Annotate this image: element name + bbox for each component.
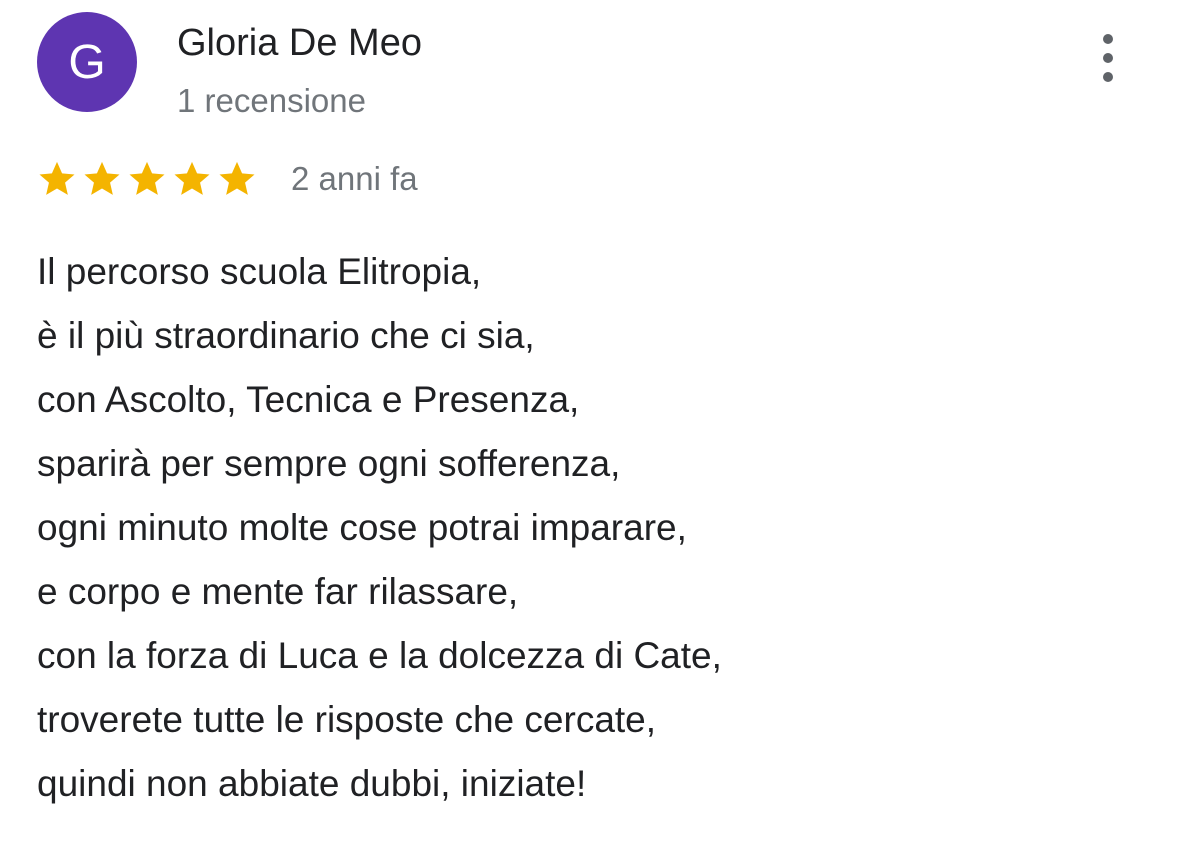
avatar[interactable]: G bbox=[37, 12, 137, 112]
rating-row: 2 anni fa bbox=[36, 153, 418, 205]
review-count: 1 recensione bbox=[177, 82, 366, 119]
avatar-initial: G bbox=[68, 35, 106, 89]
star-icon bbox=[216, 158, 258, 200]
star-icon bbox=[126, 158, 168, 200]
review-card: G Gloria De Meo 1 recensione 2 anni fa I… bbox=[0, 0, 1182, 848]
review-text-line: Il percorso scuola Elitropia, bbox=[37, 251, 482, 292]
review-text-line: ogni minuto molte cose potrai imparare, bbox=[37, 507, 687, 548]
review-text-line: troverete tutte le risposte che cercate, bbox=[37, 699, 657, 740]
star-icon bbox=[171, 158, 213, 200]
review-text-line: sparirà per sempre ogni sofferenza, bbox=[37, 443, 621, 484]
more-vert-icon-dot bbox=[1103, 34, 1113, 44]
more-options-button[interactable] bbox=[1088, 30, 1128, 86]
review-text-line: e corpo e mente far rilassare, bbox=[37, 571, 519, 612]
author-name[interactable]: Gloria De Meo bbox=[177, 22, 422, 65]
review-text-line: con la forza di Luca e la dolcezza di Ca… bbox=[37, 635, 722, 676]
review-text-line: con Ascolto, Tecnica e Presenza, bbox=[37, 379, 580, 420]
more-vert-icon-dot bbox=[1103, 72, 1113, 82]
review-date: 2 anni fa bbox=[291, 160, 418, 197]
review-text-line: è il più straordinario che ci sia, bbox=[37, 315, 535, 356]
more-vert-icon-dot bbox=[1103, 53, 1113, 63]
star-rating bbox=[36, 158, 261, 200]
review-text: Il percorso scuola Elitropia, è il più st… bbox=[37, 240, 1137, 816]
review-text-line: quindi non abbiate dubbi, iniziate! bbox=[37, 763, 587, 804]
star-icon bbox=[36, 158, 78, 200]
star-icon bbox=[81, 158, 123, 200]
